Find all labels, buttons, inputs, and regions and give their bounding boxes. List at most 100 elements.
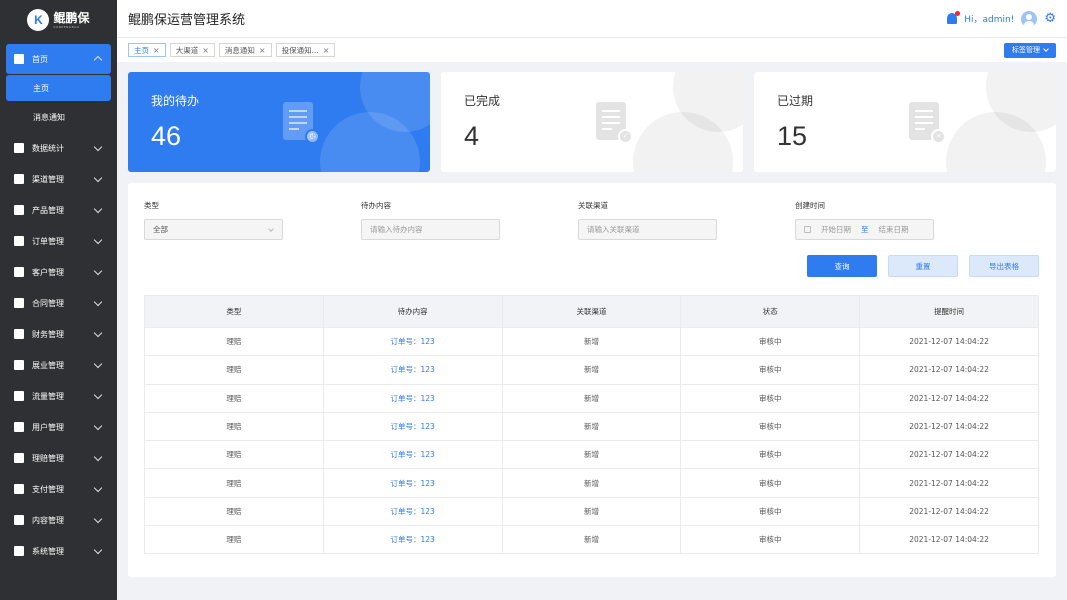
todo-table: 类型 待办内容 关联渠道 状态 提醒时间 理赔 订单号：123 新增 审核中 2021-12-0… — [144, 295, 1039, 555]
channel-input[interactable]: 请输入关联渠道 — [578, 219, 717, 240]
table-cell: 理赔 — [144, 411, 324, 441]
table-cell: 新增 — [502, 440, 682, 469]
table-cell: 2021-12-07 14:04:22 — [859, 383, 1039, 413]
chevron-down-icon — [93, 452, 103, 462]
sidebar-item[interactable]: 数据统计 — [6, 133, 111, 163]
table-cell: 2021-12-07 14:04:22 — [859, 355, 1039, 385]
sidebar: K 鲲鹏保 KUNPENGBAO 首页 主页 消息通知 数据统计 渠道管理 产品管理 订单管… — [0, 0, 117, 600]
sidebar-menu: 首页主页消息通知数据统计渠道管理产品管理 订单管理客户管理合同管理 财务管理 展业管理… — [0, 40, 117, 571]
table-cell: 审核中 — [680, 411, 861, 441]
table-header-cell: 状态 — [680, 295, 861, 328]
user-greeting[interactable]: Hi，admin! — [964, 12, 1014, 25]
date-range-picker[interactable]: 开始日期 至 结束日期 — [795, 219, 934, 240]
sidebar-item[interactable]: 产品管理 — [6, 195, 111, 225]
check-icon: ✓ — [618, 129, 633, 144]
sidebar-item-label: 支付管理 — [32, 484, 64, 494]
tab-item[interactable]: 消息通知 × — [218, 43, 272, 57]
sidebar-item[interactable]: 渠道管理 — [6, 164, 111, 194]
table-header-cell: 待办内容 — [323, 295, 503, 328]
menu-item-icon — [14, 453, 24, 463]
close-icon[interactable]: × — [153, 46, 160, 55]
menu-item-icon — [14, 298, 24, 308]
sidebar-item[interactable]: 流量管理 — [6, 381, 111, 411]
sidebar-item[interactable]: 订单管理 — [6, 226, 111, 256]
export-button[interactable]: 导出表格 — [969, 255, 1039, 277]
notification-bell-icon[interactable] — [947, 11, 961, 24]
sidebar-item[interactable]: 理赔管理 — [6, 443, 111, 473]
document-line — [602, 116, 620, 118]
document-line — [289, 110, 307, 112]
table-cell: 审核中 — [680, 355, 861, 385]
search-button[interactable]: 查询 — [807, 255, 877, 277]
gear-icon[interactable]: ⚙ — [1044, 12, 1056, 25]
table-cell: 2021-12-07 14:04:22 — [859, 468, 1039, 498]
tabs-bar: 主页 × 大渠道 × 消息通知 × 投保通知... × 标签管理 — [117, 38, 1067, 62]
stat-card[interactable]: 我的待办 46 ◷ — [128, 72, 430, 172]
stat-card[interactable]: 已过期 15 × — [754, 72, 1056, 172]
order-link[interactable]: 订单号：123 — [323, 411, 503, 441]
end-date-input[interactable]: 结束日期 — [879, 224, 909, 235]
sidebar-item-label: 首页 — [32, 54, 48, 64]
table-cell: 新增 — [502, 496, 682, 526]
close-icon[interactable]: × — [323, 46, 330, 55]
start-date-input[interactable]: 开始日期 — [821, 224, 851, 235]
channel-label: 关联渠道 — [578, 201, 608, 210]
menu-item-icon — [14, 546, 24, 556]
order-link[interactable]: 订单号：123 — [323, 440, 503, 469]
document-line — [289, 128, 299, 130]
stat-card[interactable]: 已完成 4 ✓ — [441, 72, 743, 172]
table-row: 理赔 订单号：123 新增 审核中 2021-12-07 14:04:22 — [144, 326, 1039, 356]
table-row: 理赔 订单号：123 新增 审核中 2021-12-07 14:04:22 — [144, 496, 1039, 526]
avatar[interactable] — [1021, 10, 1038, 27]
filter-bar: 类型 全部 待办内容 请输入待办内容 关联渠道 请输入关联渠道 创建时间 开始日… — [144, 200, 1040, 240]
sidebar-item[interactable]: 系统管理 — [6, 536, 111, 566]
tab-item[interactable]: 主页 × — [128, 43, 166, 57]
order-link[interactable]: 订单号：123 — [323, 468, 503, 498]
sidebar-item[interactable]: 客户管理 — [6, 257, 111, 287]
sidebar-item[interactable]: 首页 — [6, 44, 111, 74]
table-cell: 理赔 — [144, 468, 324, 498]
table-cell: 审核中 — [680, 468, 861, 498]
close-icon[interactable]: × — [202, 46, 209, 55]
sidebar-subitem[interactable]: 主页 — [6, 75, 111, 101]
tag-manage-label: 标签管理 — [1012, 46, 1040, 54]
tab-item[interactable]: 投保通知... × — [275, 43, 336, 57]
table-cell: 新增 — [502, 383, 682, 413]
order-link[interactable]: 订单号：123 — [323, 383, 503, 413]
table-cell: 2021-12-07 14:04:22 — [859, 326, 1039, 356]
content-input[interactable]: 请输入待办内容 — [361, 219, 500, 240]
document-line — [602, 122, 620, 124]
chevron-down-icon — [93, 514, 103, 524]
tab-label: 投保通知... — [281, 45, 319, 55]
order-link[interactable]: 订单号：123 — [323, 326, 503, 356]
table-cell: 理赔 — [144, 326, 324, 356]
tag-manage-button[interactable]: 标签管理 — [1004, 42, 1056, 58]
sidebar-item[interactable]: 用户管理 — [6, 412, 111, 442]
table-cell: 新增 — [502, 355, 682, 385]
menu-item-icon — [14, 329, 24, 339]
sidebar-item[interactable]: 展业管理 — [6, 350, 111, 380]
table-cell: 理赔 — [144, 355, 324, 385]
order-link[interactable]: 订单号：123 — [323, 355, 503, 385]
sidebar-item[interactable]: 合同管理 — [6, 288, 111, 318]
tab-item[interactable]: 大渠道 × — [169, 43, 215, 57]
sidebar-item[interactable]: 支付管理 — [6, 474, 111, 504]
type-select[interactable]: 全部 — [144, 219, 283, 240]
sidebar-subitem[interactable]: 消息通知 — [6, 104, 111, 130]
table-row: 理赔 订单号：123 新增 审核中 2021-12-07 14:04:22 — [144, 440, 1039, 469]
sidebar-item[interactable]: 内容管理 — [6, 505, 111, 535]
sidebar-item-label: 客户管理 — [32, 267, 64, 277]
close-icon[interactable]: × — [259, 46, 266, 55]
stat-cards: 我的待办 46 ◷ 已完成 4 ✓ 已过期 15 × — [128, 72, 1056, 172]
date-range-separator: 至 — [861, 225, 869, 234]
order-link[interactable]: 订单号：123 — [323, 525, 503, 554]
sidebar-item-label: 渠道管理 — [32, 174, 64, 184]
sidebar-item[interactable]: 财务管理 — [6, 319, 111, 349]
reset-button[interactable]: 重置 — [888, 255, 958, 277]
document-line — [915, 110, 933, 112]
chevron-down-icon — [93, 545, 103, 555]
order-link[interactable]: 订单号：123 — [323, 496, 503, 526]
sidebar-item-label: 理赔管理 — [32, 453, 64, 463]
tab-label: 大渠道 — [175, 45, 199, 55]
menu-item-icon — [14, 143, 24, 153]
